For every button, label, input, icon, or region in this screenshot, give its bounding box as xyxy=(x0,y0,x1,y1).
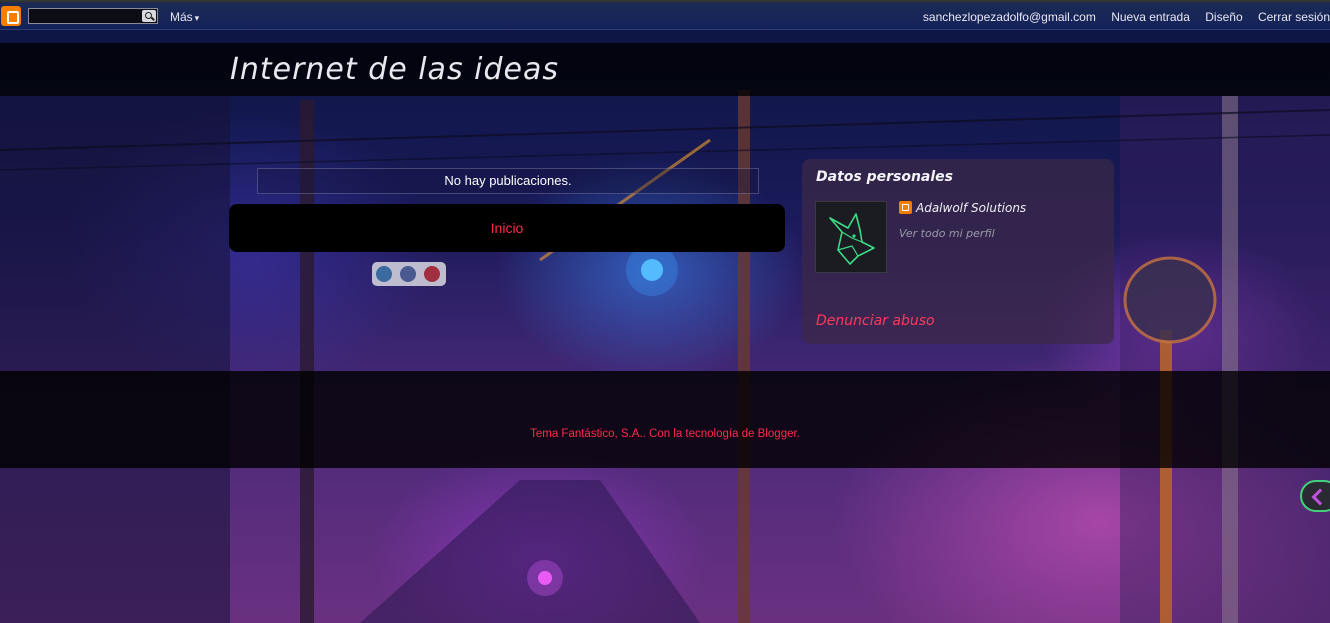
view-full-profile-link[interactable]: Ver todo mi perfil xyxy=(899,227,995,240)
footer-attribution[interactable]: Tema Fantástico, S.A.. Con la tecnología… xyxy=(0,428,1330,440)
home-link-box: Inicio xyxy=(229,204,785,252)
design-link[interactable]: Diseño xyxy=(1205,10,1242,24)
profile-avatar[interactable] xyxy=(815,201,887,273)
wolf-logo-icon xyxy=(829,213,875,265)
account-email[interactable]: sanchezlopezadolfo@gmail.com xyxy=(923,10,1096,24)
home-link[interactable]: Inicio xyxy=(491,220,524,236)
profile-name: Adalwolf Solutions xyxy=(916,201,1027,215)
navbar-account-links: sanchezlopezadolfo@gmail.com Nueva entra… xyxy=(911,10,1330,24)
blog-title[interactable]: Internet de las ideas xyxy=(230,52,559,87)
new-post-link[interactable]: Nueva entrada xyxy=(1111,10,1190,24)
no-posts-message: No hay publicaciones. xyxy=(257,168,759,194)
chevron-down-icon: ▾ xyxy=(194,13,200,23)
footer-band: Tema Fantástico, S.A.. Con la tecnología… xyxy=(0,371,1330,468)
blogger-navbar: Más ▾ sanchezlopezadolfo@gmail.com Nueva … xyxy=(0,0,1330,30)
more-menu-label: Más xyxy=(170,10,193,24)
navbar-search-input[interactable] xyxy=(28,8,158,24)
profile-name-link[interactable]: Adalwolf Solutions xyxy=(899,201,1026,215)
profile-widget-title: Datos personales xyxy=(816,169,953,185)
profile-widget: Datos personales Adalwolf Solutions Ver … xyxy=(802,159,1114,344)
blogger-logo-icon[interactable] xyxy=(1,6,21,26)
more-menu[interactable]: Más ▾ xyxy=(170,10,199,24)
header-band xyxy=(0,43,1330,96)
report-abuse-link[interactable]: Denunciar abuso xyxy=(816,313,935,329)
sign-out-link[interactable]: Cerrar sesión xyxy=(1258,10,1330,24)
side-expand-button[interactable] xyxy=(1300,480,1330,512)
search-icon[interactable] xyxy=(142,10,156,22)
blogger-profile-icon xyxy=(899,201,912,214)
